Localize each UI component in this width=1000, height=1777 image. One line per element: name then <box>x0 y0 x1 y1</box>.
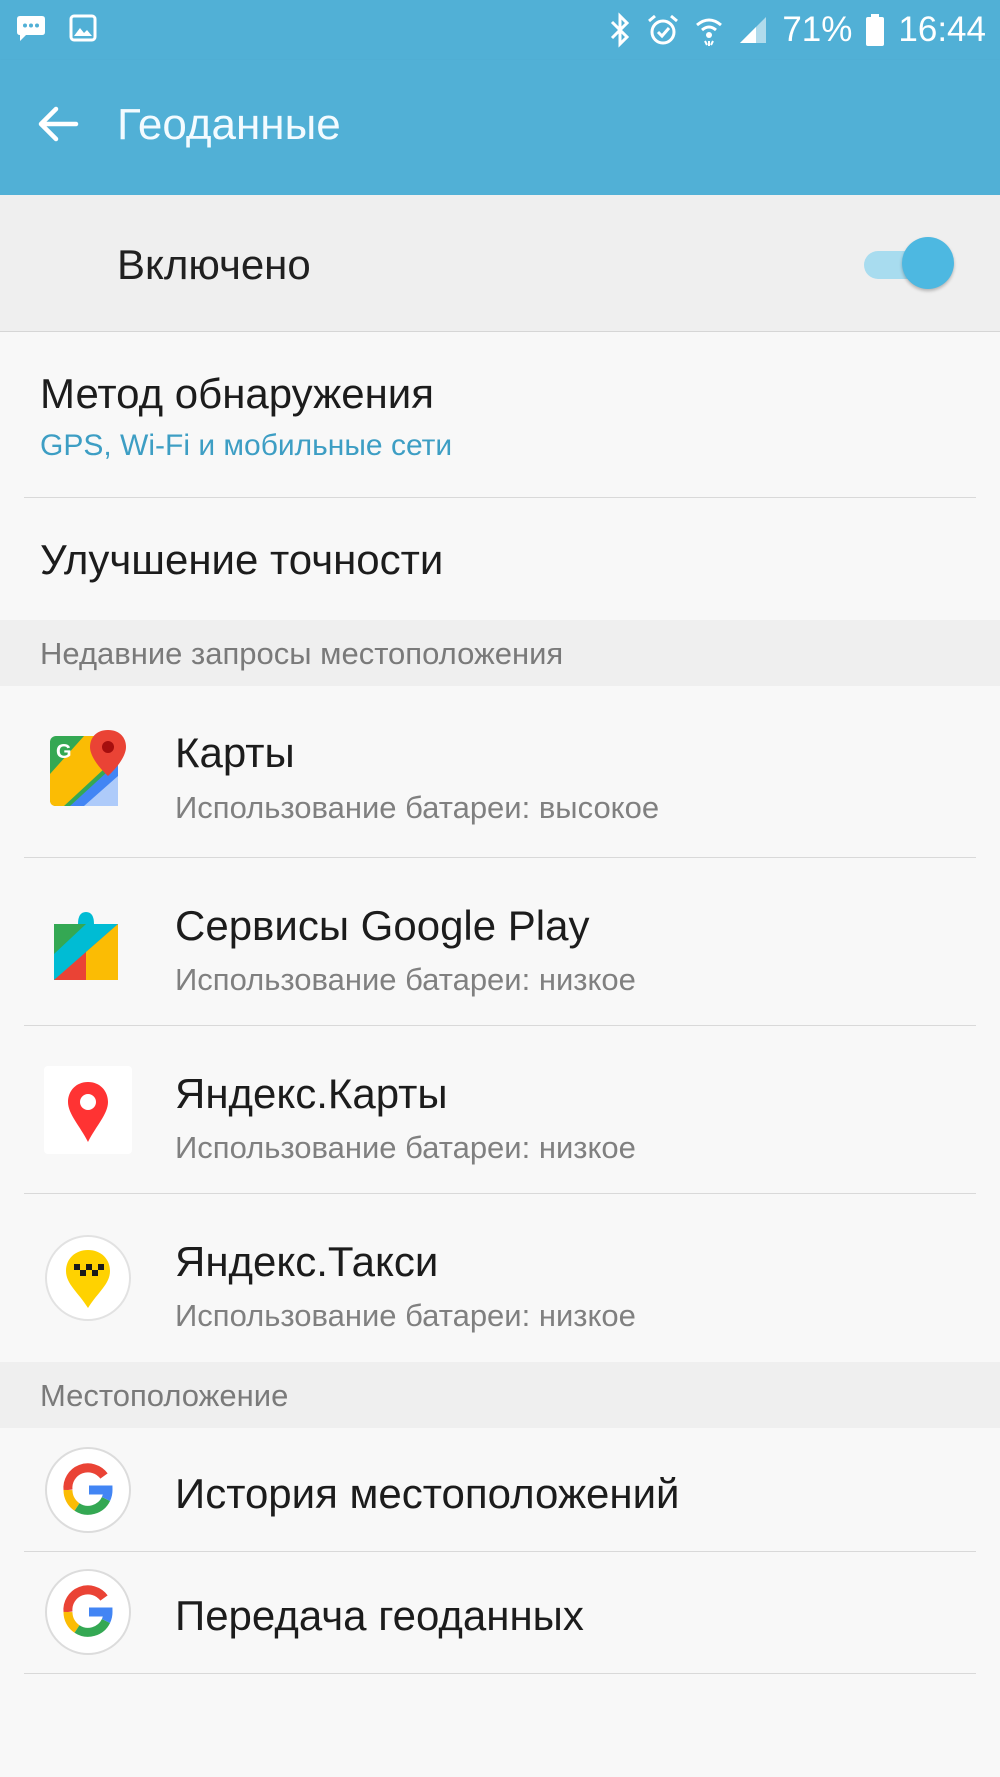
svg-text:G: G <box>56 741 72 763</box>
message-icon <box>17 16 45 41</box>
app-row-maps[interactable]: G Карты Использование батареи: высокое <box>0 686 1000 858</box>
status-bar: 71% 16:44 <box>0 0 1000 60</box>
locating-method-row[interactable]: Метод обнаружения GPS, Wi-Fi и мобильные… <box>0 332 1000 498</box>
location-sharing-row[interactable]: Передача геоданных <box>0 1552 1000 1674</box>
locating-method-title: Метод обнаружения <box>40 370 434 417</box>
page-title: Геоданные <box>117 100 341 149</box>
app-row-google-play-services[interactable]: Сервисы Google Play Использование батаре… <box>0 858 1000 1026</box>
gallery-icon <box>69 14 97 42</box>
app-name: Карты <box>175 729 295 776</box>
app-name: Яндекс.Такси <box>175 1238 439 1285</box>
bluetooth-icon <box>611 12 630 48</box>
clock: 16:44 <box>898 10 986 49</box>
location-sharing-title: Передача геоданных <box>175 1592 584 1639</box>
alarm-icon <box>648 14 679 45</box>
google-icon <box>45 1447 131 1533</box>
google-play-services-icon <box>54 912 118 980</box>
battery-percent: 71% <box>782 10 853 49</box>
google-maps-icon: G <box>50 730 126 806</box>
location-services-header: Местоположение <box>0 1362 1000 1428</box>
app-battery-usage: Использование батареи: низкое <box>175 1298 636 1333</box>
signal-icon <box>740 17 767 43</box>
wifi-icon <box>696 18 723 46</box>
battery-icon <box>866 14 885 46</box>
app-row-yandex-maps[interactable]: Яндекс.Карты Использование батареи: низк… <box>0 1026 1000 1194</box>
toggle-thumb <box>902 237 954 289</box>
master-switch-label: Включено <box>117 241 311 288</box>
location-toggle[interactable] <box>862 235 958 293</box>
locating-method-value: GPS, Wi-Fi и мобильные сети <box>40 429 453 462</box>
app-name: Сервисы Google Play <box>175 902 590 949</box>
recent-requests-header: Недавние запросы местоположения <box>0 620 1000 686</box>
divider <box>24 1673 976 1674</box>
app-row-yandex-taxi[interactable]: Яндекс.Такси Использование батареи: низк… <box>0 1194 1000 1362</box>
improve-accuracy-row[interactable]: Улучшение точности <box>0 498 1000 620</box>
section-label: Местоположение <box>40 1378 289 1413</box>
improve-accuracy-title: Улучшение точности <box>40 536 444 583</box>
app-battery-usage: Использование батареи: низкое <box>175 962 636 997</box>
app-bar: Геоданные <box>0 60 1000 195</box>
location-history-title: История местоположений <box>175 1470 680 1517</box>
back-arrow-icon[interactable] <box>36 102 80 146</box>
yandex-maps-icon <box>44 1066 132 1154</box>
app-name: Яндекс.Карты <box>175 1070 448 1117</box>
google-icon <box>45 1569 131 1655</box>
app-battery-usage: Использование батареи: низкое <box>175 1130 636 1165</box>
yandex-taxi-icon <box>45 1235 131 1321</box>
app-battery-usage: Использование батареи: высокое <box>175 790 660 825</box>
location-history-row[interactable]: История местоположений <box>0 1428 1000 1552</box>
location-master-switch-row[interactable]: Включено <box>0 195 1000 332</box>
section-label: Недавние запросы местоположения <box>40 636 564 671</box>
